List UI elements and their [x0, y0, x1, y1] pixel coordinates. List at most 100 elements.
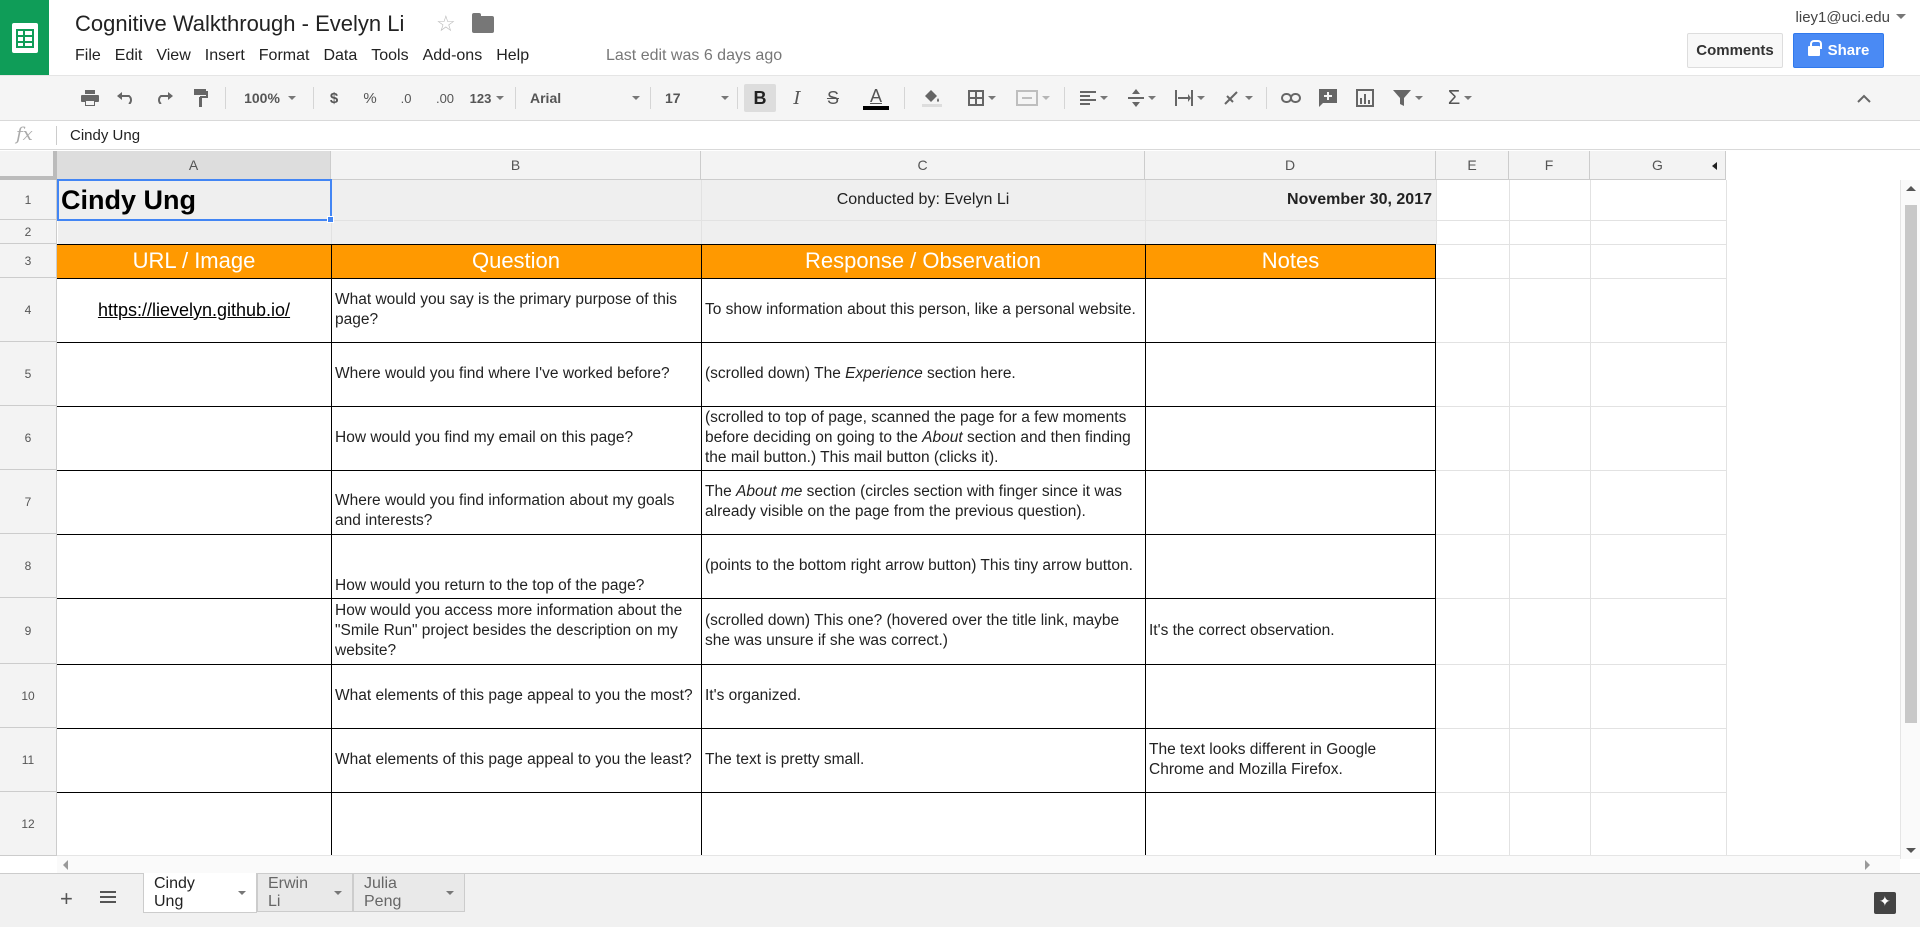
text-wrap-icon[interactable]	[1170, 84, 1210, 112]
strikethrough-button[interactable]: S	[820, 84, 846, 112]
row-header-6[interactable]: 6	[0, 406, 57, 470]
menu-edit[interactable]: Edit	[115, 47, 152, 65]
cell-a1-title[interactable]: Cindy Ung	[57, 180, 331, 220]
sheet-tab-erwin-li[interactable]: Erwin Li	[257, 874, 353, 912]
row-header-5[interactable]: 5	[0, 342, 57, 406]
merge-cells-icon[interactable]	[1010, 84, 1056, 112]
cell-b4-question[interactable]: What would you say is the primary purpos…	[331, 278, 701, 342]
cell-c6-response[interactable]: (scrolled to top of page, scanned the pa…	[701, 406, 1145, 470]
select-all-corner[interactable]	[0, 151, 57, 180]
print-icon[interactable]	[80, 84, 100, 112]
cell-d1-date[interactable]: November 30, 2017	[1145, 180, 1436, 220]
zoom-select[interactable]: 100%	[238, 84, 302, 112]
cell-b10-question[interactable]: What elements of this page appeal to you…	[331, 664, 701, 728]
menu-insert[interactable]: Insert	[205, 47, 254, 65]
cell-d9-notes[interactable]: It's the correct observation.	[1145, 598, 1436, 664]
paint-format-icon[interactable]	[191, 84, 211, 112]
menu-format[interactable]: Format	[259, 47, 319, 65]
menu-file[interactable]: File	[75, 47, 110, 65]
cell-b11-question[interactable]: What elements of this page appeal to you…	[331, 728, 701, 792]
star-icon[interactable]: ☆	[436, 11, 456, 37]
more-formats-select[interactable]: 123	[466, 84, 508, 112]
filter-icon[interactable]	[1388, 84, 1428, 112]
scroll-right-icon[interactable]	[1865, 860, 1870, 870]
add-sheet-icon[interactable]: +	[60, 886, 73, 912]
scroll-down-icon[interactable]	[1906, 848, 1916, 853]
percent-button[interactable]: %	[360, 84, 380, 112]
cell-c10-response[interactable]: It's organized.	[701, 664, 1145, 728]
row-header-9[interactable]: 9	[0, 598, 57, 664]
undo-icon[interactable]	[115, 84, 137, 112]
insert-link-icon[interactable]	[1278, 84, 1304, 112]
header-question[interactable]: Question	[331, 244, 701, 278]
bold-button[interactable]: B	[744, 84, 776, 112]
fill-handle[interactable]	[327, 216, 334, 223]
cell-b5-question[interactable]: Where would you find where I've worked b…	[331, 342, 701, 406]
align-left-icon[interactable]	[1074, 84, 1114, 112]
currency-button[interactable]: $	[325, 84, 343, 112]
cell-c9-response[interactable]: (scrolled down) This one? (hovered over …	[701, 598, 1145, 664]
cell-c5-response[interactable]: (scrolled down) The Experience section h…	[701, 342, 1145, 406]
scroll-up-icon[interactable]	[1906, 186, 1916, 191]
row-header-12[interactable]: 12	[0, 792, 57, 856]
menu-data[interactable]: Data	[323, 47, 366, 65]
header-notes[interactable]: Notes	[1145, 244, 1436, 278]
decrease-decimal-button[interactable]: .0	[393, 84, 419, 112]
cell-c4-response[interactable]: To show information about this person, l…	[701, 278, 1145, 342]
vertical-align-icon[interactable]	[1122, 84, 1162, 112]
all-sheets-icon[interactable]	[100, 891, 116, 905]
col-header-a[interactable]: A	[57, 151, 331, 180]
folder-icon[interactable]	[472, 13, 494, 33]
row-header-1[interactable]: 1	[0, 180, 57, 220]
menu-tools[interactable]: Tools	[371, 47, 417, 65]
functions-icon[interactable]: Σ	[1440, 84, 1480, 112]
insert-comment-icon[interactable]	[1315, 84, 1341, 112]
row-header-3[interactable]: 3	[0, 244, 57, 278]
borders-icon[interactable]	[962, 84, 1002, 112]
fill-color-icon[interactable]	[914, 84, 950, 112]
menu-help[interactable]: Help	[496, 47, 538, 65]
menu-addons[interactable]: Add-ons	[423, 47, 492, 65]
spreadsheet-grid[interactable]: A B C D E F G 1 2 3 4 5 6 7 8 9 10 11 12…	[0, 151, 1920, 859]
cell-c1-conducted-by[interactable]: Conducted by: Evelyn Li	[701, 180, 1145, 220]
col-header-b[interactable]: B	[331, 151, 701, 180]
col-header-d[interactable]: D	[1145, 151, 1436, 180]
cell-a4-url[interactable]: https://lievelyn.github.io/	[57, 278, 331, 342]
header-url-image[interactable]: URL / Image	[57, 244, 331, 278]
cell-b7-question[interactable]: Where would you find information about m…	[331, 470, 701, 534]
sheets-logo-icon[interactable]	[0, 0, 49, 75]
cell-c7-response[interactable]: The About me section (circles section wi…	[701, 470, 1145, 534]
scroll-left-icon[interactable]	[63, 860, 68, 870]
italic-button[interactable]: I	[784, 84, 810, 112]
share-button[interactable]: Share	[1793, 33, 1884, 68]
col-header-c[interactable]: C	[701, 151, 1145, 180]
explore-icon[interactable]	[1874, 892, 1896, 914]
collapse-toolbar-icon[interactable]	[1852, 84, 1876, 112]
col-header-e[interactable]: E	[1436, 151, 1509, 180]
row-header-2[interactable]: 2	[0, 220, 57, 244]
header-response[interactable]: Response / Observation	[701, 244, 1145, 278]
col-header-g[interactable]: G	[1590, 151, 1726, 180]
text-color-button[interactable]: A	[856, 84, 896, 112]
url-link[interactable]: https://lievelyn.github.io/	[98, 300, 290, 320]
document-title[interactable]: Cognitive Walkthrough - Evelyn Li	[75, 11, 404, 37]
account-caret-icon[interactable]	[1896, 14, 1906, 19]
account-email[interactable]: liey1@uci.edu	[1796, 9, 1890, 26]
cell-c8-response[interactable]: (points to the bottom right arrow button…	[701, 534, 1145, 598]
cell-b9-question[interactable]: How would you access more information ab…	[331, 598, 701, 664]
row-header-10[interactable]: 10	[0, 664, 57, 728]
sheet-tab-julia-peng[interactable]: Julia Peng	[353, 874, 465, 912]
text-rotation-icon[interactable]	[1218, 84, 1258, 112]
font-select[interactable]: Arial	[530, 84, 640, 112]
vertical-scrollbar[interactable]	[1900, 180, 1920, 859]
row-header-11[interactable]: 11	[0, 728, 57, 792]
col-header-f[interactable]: F	[1509, 151, 1590, 180]
comments-button[interactable]: Comments	[1687, 33, 1783, 68]
cell-c11-response[interactable]: The text is pretty small.	[701, 728, 1145, 792]
menu-view[interactable]: View	[156, 47, 199, 65]
sheet-tab-cindy-ung[interactable]: Cindy Ung	[143, 873, 257, 913]
cell-b6-question[interactable]: How would you find my email on this page…	[331, 406, 701, 470]
vertical-scroll-thumb[interactable]	[1905, 205, 1917, 723]
increase-decimal-button[interactable]: .00	[430, 84, 460, 112]
row-header-8[interactable]: 8	[0, 534, 57, 598]
